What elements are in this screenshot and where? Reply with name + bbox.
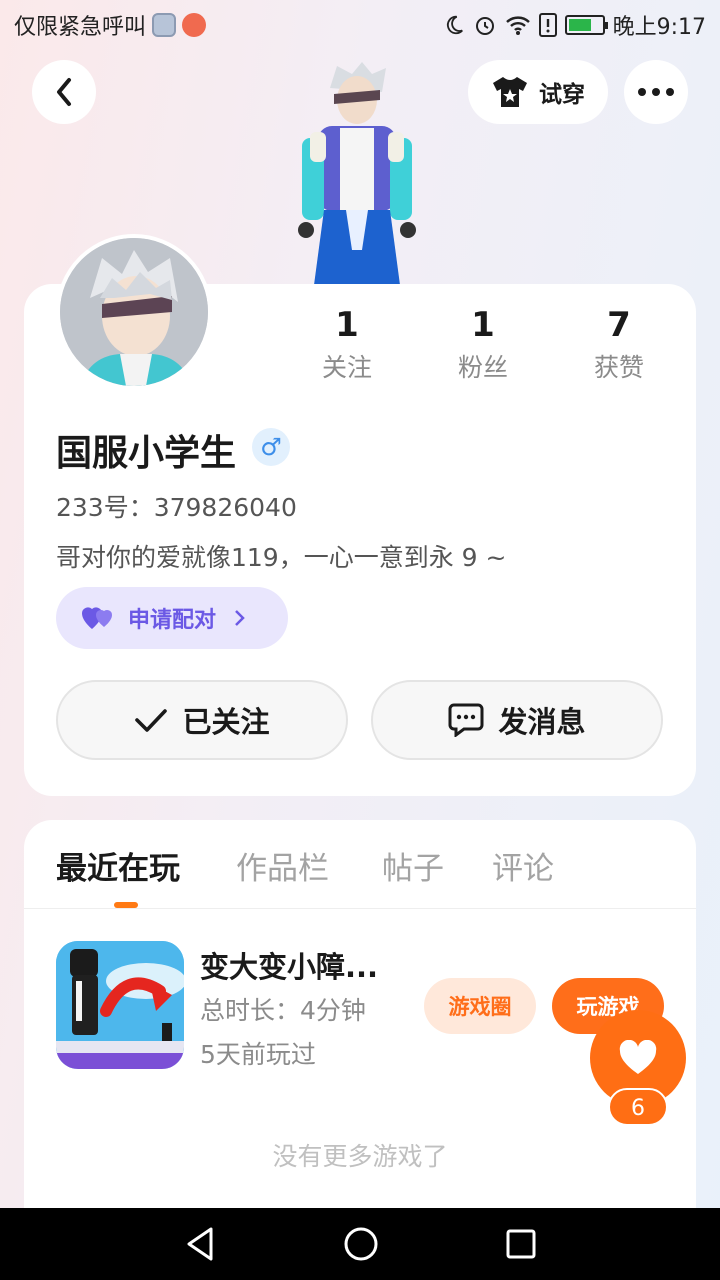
sim-alert-icon [538, 13, 557, 37]
game-last-played: 5天前玩过 [200, 1040, 316, 1069]
game-icon[interactable] [56, 941, 184, 1069]
like-count: 6 [608, 1088, 668, 1126]
more-icon [638, 88, 646, 96]
stat-label: 关注 [321, 353, 372, 382]
heart-pair-icon [82, 607, 112, 629]
stat-following[interactable]: 1 关注 [302, 304, 392, 384]
stat-value: 7 [607, 305, 631, 345]
alarm-icon [475, 17, 494, 35]
stat-likes[interactable]: 7 获赞 [574, 304, 664, 384]
username: 国服小学生 [56, 433, 237, 474]
back-icon [57, 78, 71, 106]
following-button[interactable]: 已关注 [56, 680, 348, 760]
apply-pair-button[interactable]: 申请配对 [56, 587, 288, 649]
bio: 哥对你的爱就像119，一心一意到永 9 ~ [56, 543, 507, 572]
following-label: 已关注 [182, 705, 270, 739]
game-duration: 总时长：4分钟 [200, 996, 366, 1025]
back-button[interactable] [32, 60, 96, 124]
game-circle-button[interactable]: 游戏圈 [424, 978, 536, 1034]
send-message-button[interactable]: 发消息 [371, 680, 663, 760]
more-button[interactable] [624, 60, 688, 124]
notification-app-icon [182, 13, 207, 37]
no-more-games-text: 没有更多游戏了 [272, 1142, 448, 1171]
nav-back-icon[interactable] [183, 1226, 217, 1262]
character-figure [282, 60, 432, 285]
wifi-icon [505, 16, 530, 35]
nav-recents-icon[interactable] [505, 1228, 537, 1260]
status-bar: 仅限紧急呼叫 晚上9:17 [0, 0, 720, 50]
tab-divider [24, 908, 696, 909]
stat-fans[interactable]: 1 粉丝 [438, 304, 528, 384]
tshirt-icon [493, 77, 527, 107]
send-message-label: 发消息 [498, 705, 586, 739]
carrier-text: 仅限紧急呼叫 [14, 15, 147, 40]
status-right: 晚上9:17 [443, 9, 706, 41]
status-left: 仅限紧急呼叫 [14, 9, 207, 41]
more-icon-dot [666, 88, 674, 96]
tab-recently-played[interactable]: 最近在玩 [56, 843, 180, 888]
nav-home-icon[interactable] [343, 1226, 379, 1262]
battery-icon [564, 15, 608, 35]
stat-value: 1 [471, 305, 495, 345]
stat-label: 粉丝 [457, 353, 508, 382]
heart-icon [619, 1040, 657, 1074]
notification-app-icon [152, 13, 177, 37]
tab-posts[interactable]: 帖子 [382, 843, 444, 888]
stat-value: 1 [335, 305, 359, 345]
try-on-label: 试穿 [539, 82, 585, 108]
tab-comments[interactable]: 评论 [492, 843, 554, 888]
more-icon-dot [652, 88, 660, 96]
stat-label: 获赞 [593, 353, 644, 382]
game-title[interactable]: 变大变小障... [200, 944, 378, 986]
try-on-button[interactable]: 试穿 [468, 60, 608, 124]
tab-works[interactable]: 作品栏 [236, 843, 329, 888]
apply-pair-label: 申请配对 [128, 608, 217, 633]
clock: 晚上9:17 [612, 15, 706, 40]
avatar[interactable] [56, 234, 212, 390]
moon-icon [446, 15, 463, 35]
chevron-right-icon [235, 610, 245, 626]
check-icon [135, 709, 168, 732]
gender-badge: ♂ [252, 428, 290, 466]
chat-icon [448, 703, 484, 737]
user-id: 233号：379826040 [56, 493, 297, 522]
system-nav-bar [0, 1208, 720, 1280]
